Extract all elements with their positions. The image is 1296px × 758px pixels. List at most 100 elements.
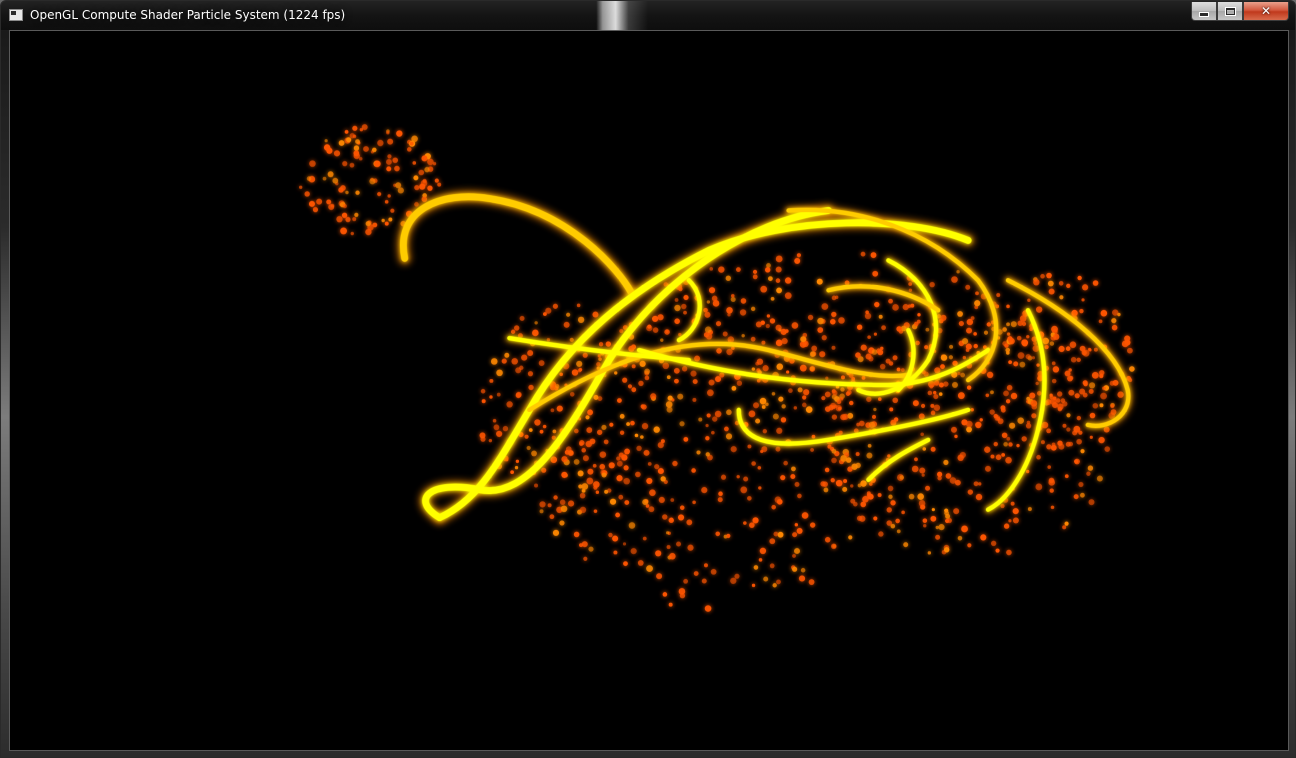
particle (747, 444, 752, 449)
close-button[interactable]: ✕ (1243, 2, 1289, 21)
particle (736, 380, 743, 386)
particle (622, 542, 627, 546)
particle (581, 447, 586, 453)
particle (531, 450, 537, 457)
particle (386, 166, 392, 172)
particle (481, 399, 486, 404)
particle (392, 157, 398, 164)
particle (925, 485, 931, 491)
particle (766, 263, 771, 268)
particle (309, 160, 316, 167)
particle (767, 276, 773, 282)
particle (996, 416, 1001, 421)
particle (622, 377, 628, 383)
particle (345, 190, 349, 195)
particle (388, 217, 393, 222)
particle (414, 184, 420, 191)
particle (778, 396, 784, 402)
particle (758, 558, 763, 562)
particle (1017, 352, 1025, 359)
particle (1057, 440, 1063, 446)
particle (493, 424, 500, 431)
particle (781, 404, 786, 409)
render-viewport[interactable] (9, 30, 1289, 751)
particle (654, 463, 660, 470)
particle (886, 507, 892, 513)
particle (890, 523, 896, 529)
particle (698, 417, 703, 422)
particle (538, 360, 545, 366)
particle (387, 194, 391, 198)
particle (1006, 304, 1010, 309)
particle (646, 324, 653, 332)
particle (532, 329, 539, 337)
particle (686, 519, 693, 526)
particle (1110, 409, 1117, 415)
particle (896, 367, 901, 372)
particle (626, 422, 630, 426)
minimize-button[interactable] (1191, 2, 1217, 21)
particle (687, 544, 694, 551)
particle (1079, 308, 1084, 314)
particle (755, 361, 760, 366)
particle (712, 416, 718, 422)
particle (396, 130, 403, 137)
particle (1099, 403, 1104, 408)
particle (730, 296, 736, 302)
particle (725, 433, 733, 440)
particle (830, 543, 837, 550)
particle (780, 474, 786, 481)
particle (845, 391, 851, 396)
particle (908, 493, 915, 500)
particle (950, 426, 957, 433)
particle (850, 498, 856, 504)
particle (624, 500, 630, 505)
maximize-icon (1224, 6, 1236, 16)
particle (1006, 384, 1013, 391)
particle (740, 486, 748, 494)
particle (677, 514, 685, 521)
particle (763, 576, 769, 582)
particle (394, 165, 400, 172)
particle (669, 552, 676, 560)
particle (409, 141, 414, 146)
particle (679, 421, 685, 427)
particle (823, 487, 829, 493)
particle (515, 391, 522, 398)
particle (896, 529, 901, 534)
particle (1092, 402, 1099, 409)
particle (643, 449, 650, 456)
particle (933, 390, 937, 395)
app-window-icon[interactable] (9, 9, 23, 21)
particle (831, 448, 837, 454)
particle (1080, 492, 1085, 498)
particle (571, 369, 579, 376)
particle (945, 473, 952, 479)
particle (829, 318, 836, 325)
particle (973, 481, 979, 487)
particle (616, 475, 623, 482)
title-bar[interactable]: OpenGL Compute Shader Particle System (1… (1, 1, 1295, 30)
particle (563, 321, 570, 328)
particle (718, 266, 725, 273)
particle (631, 387, 637, 393)
particle (696, 450, 701, 455)
particle (395, 182, 402, 189)
particle (510, 329, 516, 334)
particle (672, 460, 678, 467)
maximize-button[interactable] (1217, 2, 1243, 21)
particle (954, 434, 958, 439)
particle (1036, 454, 1041, 460)
particle (1111, 318, 1117, 324)
particle (504, 352, 510, 358)
particle (1091, 371, 1099, 379)
particle (573, 459, 580, 465)
particle (1040, 440, 1045, 445)
particle (984, 446, 991, 453)
particle (616, 456, 621, 461)
particle (961, 338, 969, 345)
particle (752, 517, 759, 524)
particle (995, 548, 1000, 553)
particle (892, 397, 899, 404)
particle (623, 465, 629, 471)
